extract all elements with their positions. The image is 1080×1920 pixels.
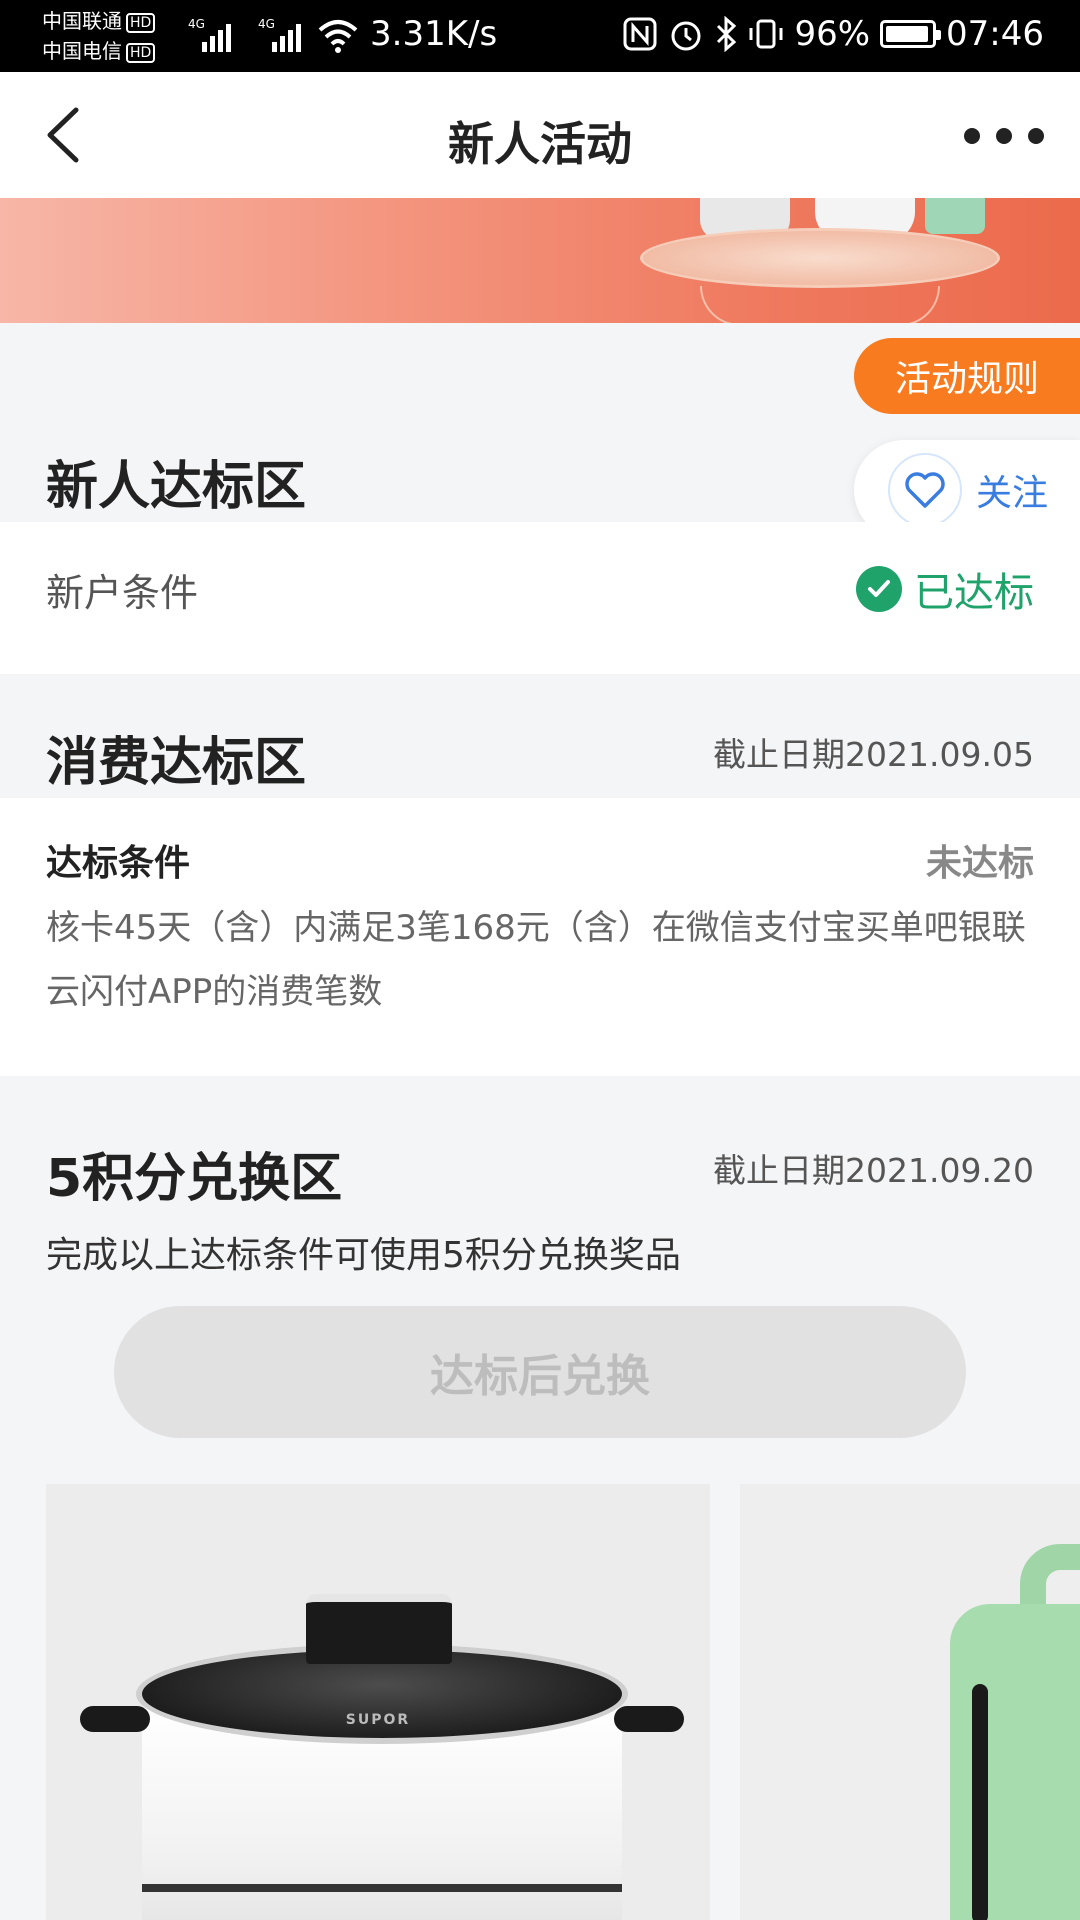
consumption-deadline: 截止日期2021.09.05 [713, 735, 1034, 774]
newcomer-condition-row: 新户条件 已达标 [0, 522, 1080, 674]
consumption-status: 未达标 [925, 843, 1034, 884]
exchange-description: 完成以上达标条件可使用5积分兑换奖品 [46, 1235, 681, 1276]
heart-icon-circle [888, 453, 962, 527]
more-dot-icon [996, 128, 1012, 144]
net-speed: 3.31K/s [370, 14, 498, 54]
exchange-deadline: 截止日期2021.09.20 [713, 1151, 1034, 1190]
hotpot-band [142, 1884, 622, 1892]
signal-icon: 4G [188, 17, 231, 52]
promo-banner[interactable] [0, 198, 1080, 323]
more-options-button[interactable] [964, 124, 1044, 148]
signal-icon-2: 4G [258, 17, 301, 52]
hotpot-knob [306, 1594, 452, 1664]
follow-label: 关注 [976, 473, 1049, 514]
battery-fill [886, 26, 929, 42]
check-circle-icon [856, 566, 902, 612]
consumption-section-title: 消费达标区 [46, 733, 307, 793]
newcomer-status: 已达标 [856, 560, 1034, 618]
more-dot-icon [1028, 128, 1044, 144]
carrier-1: 中国联通 [42, 9, 122, 33]
battery-icon [880, 20, 942, 48]
sandwich-maker-slot [972, 1684, 988, 1920]
wifi-icon [318, 20, 358, 53]
more-dot-icon [964, 128, 980, 144]
hd-badge: HD [126, 12, 156, 33]
status-right: 96% 07:46 [622, 14, 1044, 54]
page-title: 新人活动 [448, 117, 632, 171]
consumption-condition-desc: 核卡45天（含）内满足3笔168元（含）在微信支付宝买单吧银联云闪付APP的消费… [46, 908, 1026, 1012]
bluetooth-icon [717, 16, 737, 52]
activity-rules-button[interactable]: 活动规则 [854, 338, 1080, 414]
sandwich-maker-body [950, 1604, 1080, 1920]
battery-percent: 96% [794, 14, 871, 54]
clock: 07:46 [946, 14, 1044, 54]
carrier-2: 中国电信 [42, 39, 122, 63]
carrier-info: 中国联通 HD 中国电信 HD [42, 6, 156, 66]
product-card-sandwich-maker[interactable] [740, 1484, 1080, 1920]
hd-badge: HD [126, 42, 156, 63]
nfc-icon [623, 17, 657, 51]
consumption-condition-card: 达标条件 未达标 核卡45天（含）内满足3笔168元（含）在微信支付宝买单吧银联… [0, 798, 1080, 1076]
consumption-condition-head: 达标条件 [46, 843, 191, 884]
newcomer-condition-label: 新户条件 [46, 571, 199, 615]
status-bar: 中国联通 HD 中国电信 HD 4G 4G 3.31K/s 96% 07:46 [0, 0, 1080, 72]
banner-display-table [640, 228, 1000, 288]
heart-icon [905, 472, 945, 508]
exchange-section-title: 5积分兑换区 [46, 1149, 343, 1209]
product-card-hotpot[interactable]: SUPOR [46, 1484, 710, 1920]
banner-table-legs [700, 286, 940, 323]
exchange-button[interactable]: 达标后兑换 [114, 1306, 966, 1438]
page: 中国联通HD 中国电信HD 4G 4G 3.31K/s 96% 07:46 [0, 0, 1080, 1920]
vibrate-icon [749, 19, 783, 49]
banner-appliance-toaster [925, 198, 985, 234]
newcomer-status-text: 已达标 [914, 570, 1034, 616]
newcomer-section-title: 新人达标区 [46, 457, 307, 517]
alarm-icon [671, 21, 701, 51]
net-type-label: 4G [258, 17, 275, 31]
nav-bar: 新人活动 [0, 72, 1080, 198]
net-type-label: 4G [188, 17, 205, 31]
hotpot-brand-logo: SUPOR [345, 1712, 411, 1728]
